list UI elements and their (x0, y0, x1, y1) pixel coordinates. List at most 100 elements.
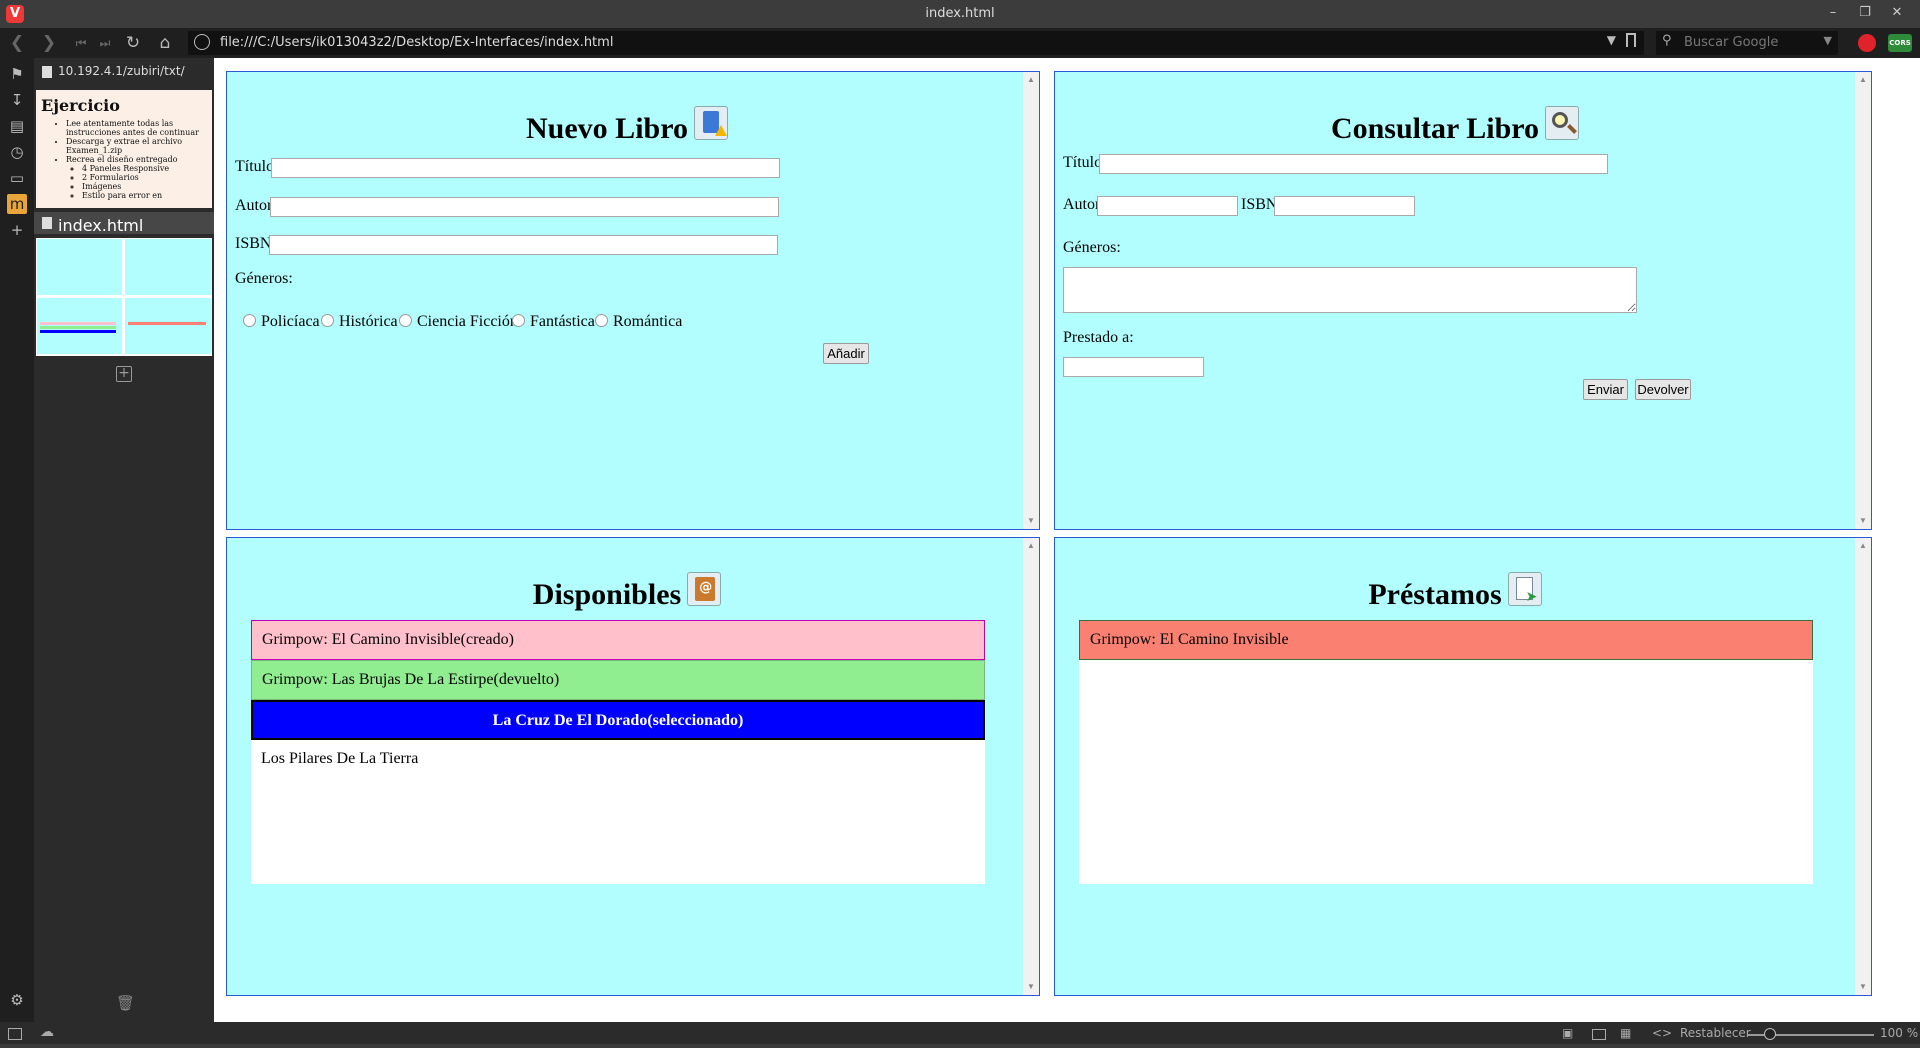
close-icon[interactable]: ✕ (1882, 2, 1912, 24)
chevron-down-icon[interactable]: ▼ (1607, 33, 1616, 47)
nuevo-autor-input[interactable] (270, 197, 779, 217)
address-bar[interactable]: file:///C:/Users/ik013043z2/Desktop/Ex-I… (188, 31, 1644, 55)
back-icon[interactable]: ❮ (6, 32, 28, 54)
list-item[interactable]: Los Pilares De La Tierra (251, 740, 985, 780)
scroll-down-icon[interactable]: ▼ (1855, 979, 1871, 995)
cloud-icon[interactable]: ☁ (40, 1024, 54, 1040)
disponibles-title: Disponibles (532, 578, 682, 611)
radio-fantastica[interactable] (512, 314, 525, 327)
bookmark-icon[interactable] (1626, 33, 1636, 47)
zoom-slider-handle[interactable] (1764, 1028, 1776, 1040)
rewind-icon[interactable]: ⏮ (70, 32, 92, 54)
send-button[interactable]: Enviar (1583, 379, 1628, 400)
panel-scrollbar[interactable]: ▲ ▼ (1023, 72, 1039, 529)
bookmarks-icon[interactable]: ⚑ (7, 64, 27, 84)
code-icon[interactable]: <> (1652, 1026, 1672, 1040)
panel-scrollbar[interactable]: ▲ ▼ (1855, 72, 1871, 529)
panel-title-nuevo: Nuevo Libro (227, 106, 1027, 146)
list-item[interactable]: Grimpow: El Camino Invisible (1079, 620, 1813, 660)
scroll-up-icon[interactable]: ▲ (1023, 72, 1039, 88)
autor-label: Autor (235, 197, 273, 214)
list-item[interactable]: Grimpow: Las Brujas De La Estirpe(devuel… (251, 660, 985, 700)
downloads-icon[interactable]: ↧ (7, 90, 27, 110)
consultar-autor-label: Autor (1063, 196, 1101, 213)
extension-red-icon[interactable] (1858, 34, 1876, 52)
panel-scrollbar[interactable]: ▲ ▼ (1023, 538, 1039, 995)
title-bar: V index.html – ❐ ✕ (0, 0, 1920, 28)
nuevo-isbn-input[interactable] (269, 235, 778, 255)
radio-label-policiaca: Policíaca (261, 313, 320, 330)
consultar-generos-textarea[interactable] (1063, 267, 1637, 313)
thumbnail-item: Lee atentamente todas las instrucciones … (66, 119, 212, 137)
mini-panel (125, 239, 211, 295)
panel-disponibles: Disponibles @ Grimpow: El Camino Invisibl… (226, 537, 1040, 996)
titulo-label: Título (235, 158, 275, 175)
web-panel-icon[interactable]: m (7, 194, 27, 214)
forward-icon[interactable]: ❯ (38, 32, 60, 54)
list-item[interactable]: Grimpow: El Camino Invisible(creado) (251, 620, 985, 660)
site-info-icon[interactable] (194, 34, 210, 50)
prestamos-title: Préstamos (1368, 578, 1502, 611)
chevron-down-icon[interactable]: ▼ (1824, 34, 1832, 47)
history-icon[interactable]: ◷ (7, 142, 27, 162)
consultar-autor-input[interactable] (1097, 196, 1238, 216)
thumbnail-subitem: 2 Formularios (82, 173, 212, 182)
consultar-title: Consultar Libro (1330, 112, 1540, 145)
page-thumbnail[interactable] (36, 238, 212, 356)
tab-label: index.html (58, 216, 144, 235)
web-panel: 10.192.4.1/zubiri/txt/ Ejercicio Lee ate… (34, 58, 214, 1022)
panel-toggle-icon[interactable] (8, 1028, 22, 1040)
return-button[interactable]: Devolver (1635, 379, 1691, 400)
radio-romantica[interactable] (595, 314, 608, 327)
scroll-up-icon[interactable]: ▲ (1855, 72, 1871, 88)
thumbnail-item: Recrea el diseño entregado (66, 155, 212, 164)
magnifier-icon (1545, 106, 1580, 140)
add-panel-icon[interactable]: + (7, 220, 27, 240)
radio-policiaca[interactable] (243, 314, 256, 327)
radio-historica[interactable] (321, 314, 334, 327)
address-book-icon: @ (687, 572, 722, 606)
scroll-down-icon[interactable]: ▼ (1023, 979, 1039, 995)
extension-cors-icon[interactable]: CORS (1888, 34, 1912, 52)
scroll-down-icon[interactable]: ▼ (1023, 513, 1039, 529)
scroll-down-icon[interactable]: ▼ (1855, 513, 1871, 529)
minimize-icon[interactable]: – (1818, 2, 1848, 24)
reset-zoom-label[interactable]: Restablecer (1680, 1026, 1751, 1040)
consultar-isbn-input[interactable] (1274, 196, 1415, 216)
radio-label-historica: Histórica (339, 313, 398, 330)
document-icon (42, 65, 52, 78)
radio-ciencia-ficcion[interactable] (399, 314, 412, 327)
notes-icon[interactable]: ▤ (7, 116, 27, 136)
camera-icon[interactable]: ▣ (1562, 1026, 1573, 1040)
home-icon[interactable]: ⌂ (154, 32, 176, 54)
thumbnail-item: Descarga y extrae el archivo Examen_1.zi… (66, 137, 212, 155)
panel-scrollbar[interactable]: ▲ ▼ (1855, 538, 1871, 995)
fast-forward-icon[interactable]: ⏭ (94, 32, 116, 54)
reload-icon[interactable]: ↻ (122, 32, 144, 54)
disponibles-list[interactable]: Grimpow: El Camino Invisible(creado) Gri… (251, 620, 985, 884)
list-item[interactable]: La Cruz De El Dorado(seleccionado) (251, 700, 985, 740)
trash-icon[interactable]: 🗑 (116, 994, 135, 1012)
scroll-up-icon[interactable]: ▲ (1023, 538, 1039, 554)
scroll-up-icon[interactable]: ▲ (1855, 538, 1871, 554)
prestado-input[interactable] (1063, 357, 1204, 377)
window-panel-icon[interactable]: ▭ (7, 168, 27, 188)
book-warning-icon (693, 106, 728, 140)
tab-index-html[interactable]: index.html (34, 212, 214, 235)
radio-label-fantastica: Fantástica (530, 313, 595, 330)
panel-title-prestamos: Préstamos ➤ (1055, 572, 1855, 612)
restore-icon[interactable]: ❐ (1850, 2, 1880, 24)
consultar-titulo-input[interactable] (1099, 154, 1608, 174)
exercise-thumbnail[interactable]: Ejercicio Lee atentamente todas las inst… (36, 90, 212, 208)
add-button[interactable]: Añadir (823, 343, 869, 364)
taskbar (0, 1044, 1920, 1048)
nuevo-titulo-input[interactable] (271, 158, 780, 178)
add-web-panel-icon[interactable]: + (116, 366, 132, 382)
search-field[interactable]: ⚲ Buscar Google ▼ (1656, 31, 1838, 55)
mini-list-item (40, 330, 116, 333)
settings-gear-icon[interactable]: ⚙ (7, 990, 27, 1010)
prestamos-list[interactable]: Grimpow: El Camino Invisible (1079, 620, 1813, 884)
image-icon[interactable]: ▦ (1620, 1026, 1631, 1040)
panel-title-consultar: Consultar Libro (1055, 106, 1855, 146)
tile-icon[interactable] (1592, 1029, 1606, 1040)
